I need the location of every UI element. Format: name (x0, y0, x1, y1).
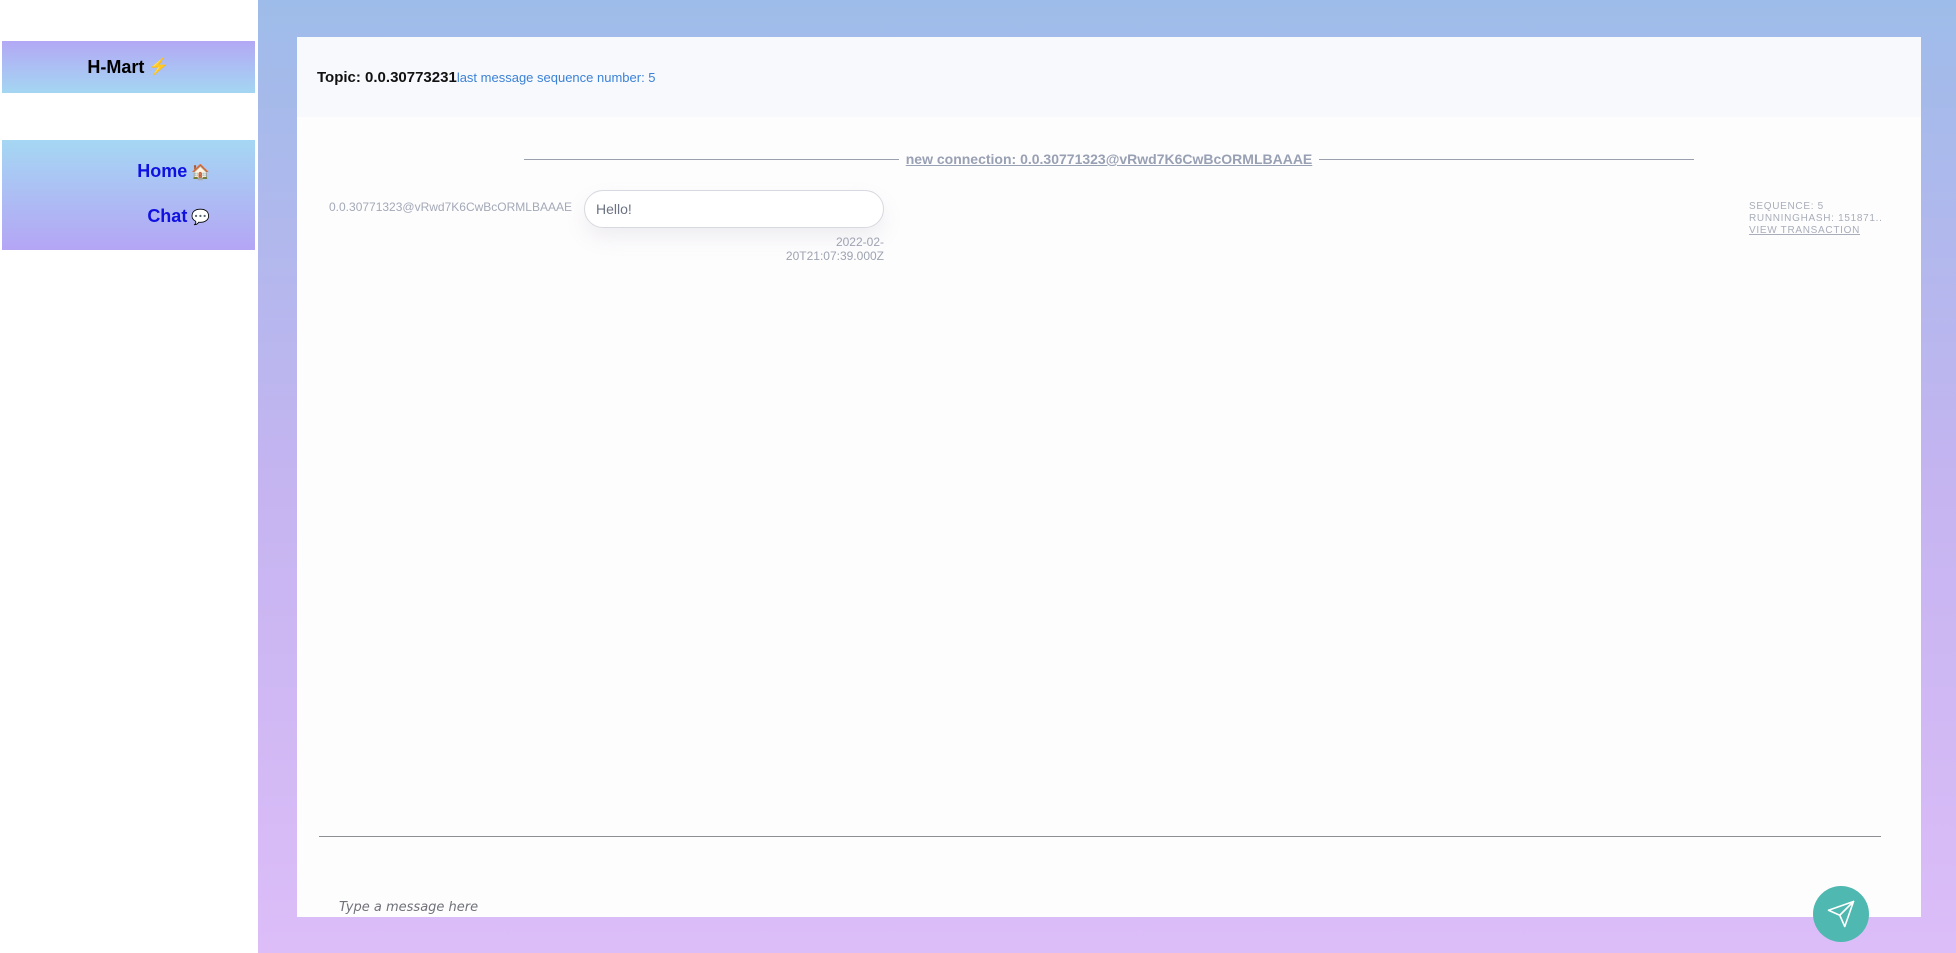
speech-bubble-icon: 💬 (191, 208, 210, 226)
message-timestamp: 2022-02-20T21:07:39.000Z (785, 235, 884, 263)
topic-title: Topic: 0.0.30773231 (317, 68, 457, 86)
sidebar-nav: Home 🏠 Chat 💬 (2, 140, 255, 250)
connection-divider: new connection: 0.0.30771323@vRwd7K6CwBc… (524, 149, 1695, 169)
sidebar-item-label: Chat (147, 206, 188, 226)
brand-name: H-Mart (87, 56, 145, 77)
sidebar-item-home[interactable]: Home 🏠 (137, 161, 210, 182)
house-icon: 🏠 (191, 163, 210, 181)
connection-notice[interactable]: new connection: 0.0.30771323@vRwd7K6CwBc… (899, 151, 1320, 167)
message-text: Hello! (596, 201, 632, 217)
sidebar-item-chat[interactable]: Chat 💬 (147, 206, 210, 227)
main-area: Topic: 0.0.30773231 last message sequenc… (258, 0, 1956, 953)
sequence-info: last message sequence number: 5 (456, 69, 656, 85)
message-running-hash: RUNNINGHASH: 151871.. (1749, 213, 1883, 224)
message-meta: SEQUENCE: 5 RUNNINGHASH: 151871.. VIEW T… (1749, 201, 1899, 237)
message-bubble: Hello! (584, 190, 884, 228)
chat-header: Topic: 0.0.30773231 last message sequenc… (297, 37, 1921, 117)
sidebar: H-Mart ⚡ Home 🏠 Chat 💬 (0, 0, 258, 953)
message-sender: 0.0.30771323@vRwd7K6CwBcORMLBAAAE (329, 200, 572, 214)
brand-logo[interactable]: H-Mart ⚡ (2, 41, 255, 93)
composer-divider (319, 836, 1881, 837)
divider-line (1319, 158, 1695, 160)
paper-plane-icon (1827, 900, 1855, 928)
chat-panel: Topic: 0.0.30773231 last message sequenc… (297, 37, 1921, 942)
lightning-bolt-icon: ⚡ (148, 57, 170, 76)
divider-line (524, 158, 899, 160)
message-sequence: SEQUENCE: 5 (1749, 201, 1824, 212)
send-button[interactable] (1813, 886, 1869, 942)
view-transaction-link[interactable]: VIEW TRANSACTION (1749, 225, 1899, 237)
sidebar-item-label: Home (137, 161, 188, 181)
message-input[interactable] (339, 895, 1699, 919)
